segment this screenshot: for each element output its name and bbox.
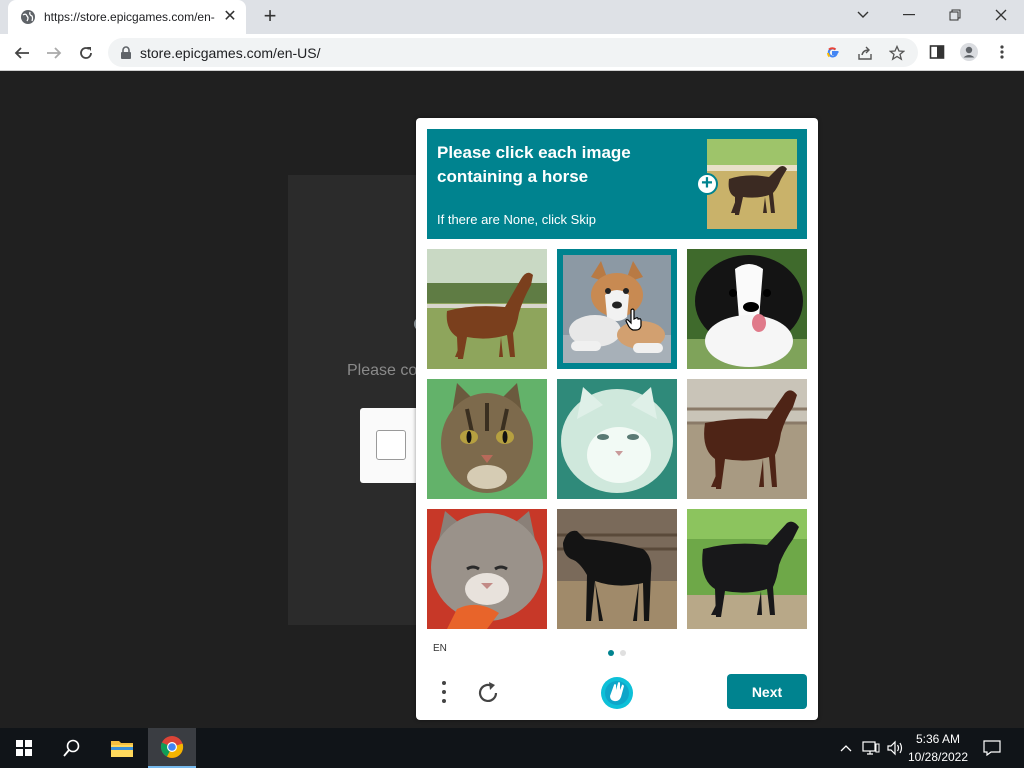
captcha-dialog: Please click each image containing a hor…	[416, 118, 818, 720]
notifications-icon[interactable]	[978, 728, 1006, 768]
lock-icon[interactable]	[120, 45, 132, 60]
profile-avatar[interactable]	[959, 42, 979, 62]
captcha-tile-cat[interactable]	[427, 379, 547, 499]
google-icon[interactable]	[824, 44, 842, 62]
hcaptcha-logo-icon[interactable]	[599, 675, 635, 711]
page-viewport: Please co Please click each image contai…	[0, 71, 1024, 728]
captcha-tile-horse[interactable]	[557, 509, 677, 629]
prompt-title: Please click each image containing a hor…	[437, 143, 631, 186]
address-bar[interactable]: store.epicgames.com/en-US/	[108, 38, 918, 67]
windows-logo-icon	[16, 740, 32, 756]
tab-close-icon[interactable]: ✕	[222, 9, 238, 25]
captcha-tile-cat[interactable]	[557, 379, 677, 499]
hand-cursor-icon	[625, 308, 642, 331]
start-button[interactable]	[0, 728, 48, 768]
tab-search-chevron-icon[interactable]	[840, 0, 886, 30]
captcha-prompt-banner: Please click each image containing a hor…	[427, 129, 807, 239]
page-dot[interactable]	[620, 650, 626, 656]
search-button[interactable]	[48, 728, 96, 768]
forward-button[interactable]	[41, 40, 67, 66]
new-tab-button[interactable]: +	[258, 5, 282, 28]
language-selector[interactable]: EN	[433, 643, 447, 654]
plus-icon[interactable]: +	[696, 173, 718, 195]
search-icon	[63, 739, 80, 757]
reload-button[interactable]	[73, 40, 99, 66]
show-hidden-icons-chevron-up-icon[interactable]	[836, 728, 856, 768]
share-icon[interactable]	[856, 44, 874, 62]
volume-icon[interactable]	[884, 728, 906, 768]
windows-taskbar: 5:36 AM 10/28/2022	[0, 728, 1024, 768]
close-window-button[interactable]	[978, 0, 1024, 30]
browser-toolbar: store.epicgames.com/en-US/	[0, 34, 1024, 71]
next-button[interactable]: Next	[727, 674, 807, 709]
captcha-tile-horse[interactable]	[427, 249, 547, 369]
prompt-subtitle: If there are None, click Skip	[437, 212, 596, 227]
captcha-tile-cat[interactable]	[427, 509, 547, 629]
tab-strip: https://store.epicgames.com/en- ✕ +	[0, 0, 1024, 34]
bookmark-star-icon[interactable]	[888, 44, 906, 62]
file-explorer-button[interactable]	[98, 728, 146, 768]
captcha-tile-dog[interactable]	[687, 249, 807, 369]
globe-icon	[21, 10, 35, 24]
browser-tab[interactable]: https://store.epicgames.com/en- ✕	[8, 0, 246, 34]
side-panel-icon[interactable]	[927, 42, 947, 62]
captcha-tile-horse[interactable]	[687, 509, 807, 629]
captcha-tile-horse[interactable]	[687, 379, 807, 499]
more-menu-icon[interactable]	[992, 42, 1012, 62]
url-text: store.epicgames.com/en-US/	[140, 44, 321, 61]
chrome-icon	[160, 736, 184, 758]
chrome-taskbar-button[interactable]	[148, 728, 196, 768]
dimmed-instruction-text: Please co	[347, 362, 418, 379]
clock-date[interactable]: 10/28/2022	[906, 750, 970, 764]
kebab-menu-icon[interactable]	[436, 679, 452, 705]
dimmed-captcha-checkbox[interactable]	[376, 430, 406, 460]
minimize-button[interactable]	[886, 0, 932, 30]
restore-button[interactable]	[932, 0, 978, 30]
captcha-tile-dog-selected[interactable]	[557, 249, 677, 369]
network-icon[interactable]	[860, 728, 882, 768]
tab-title: https://store.epicgames.com/en-	[44, 10, 215, 24]
example-horse-image[interactable]	[707, 139, 797, 229]
clock-time[interactable]: 5:36 AM	[906, 732, 970, 746]
folder-icon	[111, 741, 133, 757]
refresh-icon[interactable]	[474, 679, 502, 707]
page-dot-active[interactable]	[608, 650, 614, 656]
back-button[interactable]	[9, 40, 35, 66]
